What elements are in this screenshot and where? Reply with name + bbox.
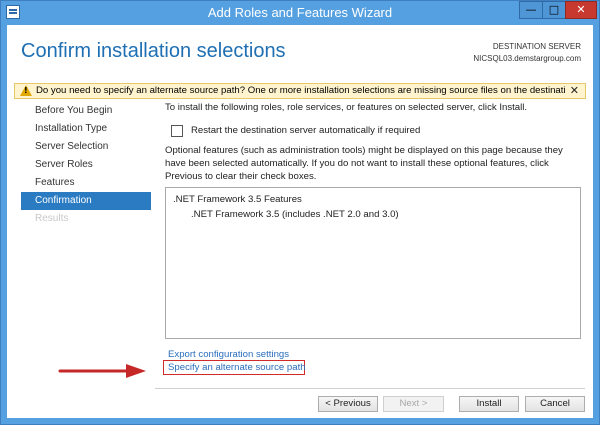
highlight-box: Specify an alternate source path (163, 360, 306, 375)
sidebar-item-results: Results (35, 213, 69, 224)
install-button[interactable]: Install (459, 396, 519, 412)
intro-text: To install the following roles, role ser… (165, 102, 528, 113)
wizard-content: Confirm installation selections DESTINAT… (7, 25, 593, 418)
annotation-arrow-icon (58, 364, 146, 378)
alternate-source-path-link[interactable]: Specify an alternate source path (168, 362, 306, 373)
optional-features-note: Optional features (such as administratio… (165, 145, 563, 182)
minimize-button[interactable]: — (519, 1, 543, 19)
previous-button[interactable]: < Previous (318, 396, 378, 412)
page-title: Confirm installation selections (21, 40, 286, 62)
list-item: .NET Framework 3.5 Features (173, 194, 302, 205)
sidebar-item-before-you-begin[interactable]: Before You Begin (21, 102, 151, 120)
cancel-button[interactable]: Cancel (525, 396, 585, 412)
destination-server-name: NICSQL03.demstargroup.com (473, 54, 581, 63)
close-window-button[interactable]: ✕ (565, 1, 597, 19)
footer-divider (155, 388, 585, 389)
sidebar-item-features[interactable]: Features (21, 174, 151, 192)
sidebar-item-installation-type[interactable]: Installation Type (21, 120, 151, 138)
sidebar-item-confirmation[interactable]: Confirmation (21, 192, 151, 210)
title-bar[interactable]: Add Roles and Features Wizard — □ ✕ (1, 1, 599, 25)
window-title: Add Roles and Features Wizard (207, 5, 393, 20)
sidebar-item-server-roles[interactable]: Server Roles (21, 156, 151, 174)
warning-text[interactable]: Do you need to specify an alternate sour… (36, 85, 566, 96)
export-configuration-link[interactable]: Export configuration settings (168, 349, 289, 360)
next-button: Next > (383, 396, 444, 412)
features-list[interactable]: .NET Framework 3.5 Features .NET Framewo… (165, 187, 581, 339)
sidebar-item-server-selection[interactable]: Server Selection (21, 138, 151, 156)
close-icon[interactable]: ✕ (570, 84, 579, 97)
restart-checkbox-label[interactable]: Restart the destination server automatic… (191, 125, 420, 136)
wizard-window: Add Roles and Features Wizard — □ ✕ Conf… (0, 0, 600, 425)
destination-server-label: DESTINATION SERVER (492, 42, 581, 51)
maximize-button[interactable]: □ (542, 1, 566, 19)
wizard-steps-sidebar: Before You Begin Installation Type Serve… (21, 102, 151, 228)
warning-banner: ! Do you need to specify an alternate so… (14, 83, 586, 99)
restart-checkbox[interactable] (171, 125, 183, 137)
warning-icon: ! (20, 85, 32, 96)
list-item: .NET Framework 3.5 (includes .NET 2.0 an… (191, 209, 399, 220)
